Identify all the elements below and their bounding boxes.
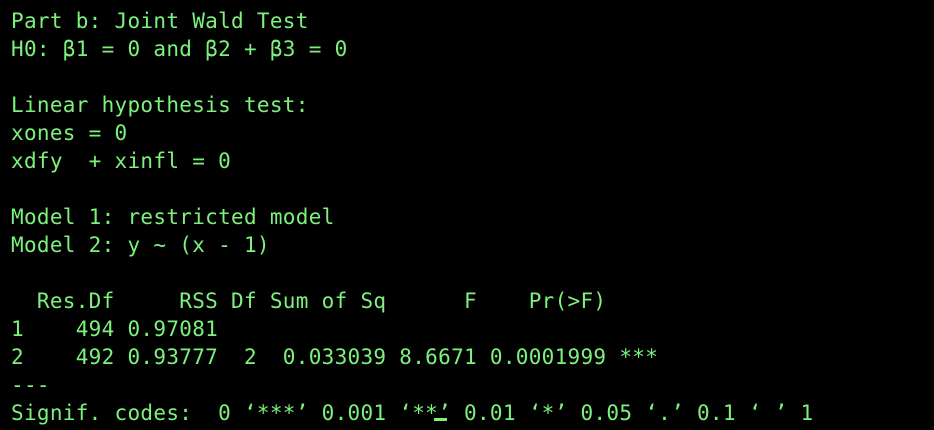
section-title: Part b: Joint Wald Test	[11, 9, 309, 33]
signif-codes: Signif. codes: 0 ‘***’ 0.001 ‘**’ 0.01 ‘…	[11, 401, 814, 425]
null-hypothesis: H0: β1 = 0 and β2 + β3 = 0	[11, 37, 348, 61]
separator-line: ---	[11, 373, 50, 397]
model-1-description: Model 1: restricted model	[11, 205, 335, 229]
table-row: 1 494 0.97081	[11, 317, 659, 341]
model-2-description: Model 2: y ~ (x - 1)	[11, 233, 270, 257]
hypothesis-1: xones = 0	[11, 121, 128, 145]
table-row: 2 492 0.93777 2 0.033039 8.6671 0.000199…	[11, 345, 659, 369]
test-heading: Linear hypothesis test:	[11, 93, 309, 117]
terminal-output: Part b: Joint Wald Test H0: β1 = 0 and β…	[11, 7, 926, 427]
table-header: Res.Df RSS Df Sum of Sq F Pr(>F)	[11, 289, 659, 313]
text-cursor[interactable]	[434, 418, 447, 421]
hypothesis-2: xdfy + xinfl = 0	[11, 149, 232, 173]
